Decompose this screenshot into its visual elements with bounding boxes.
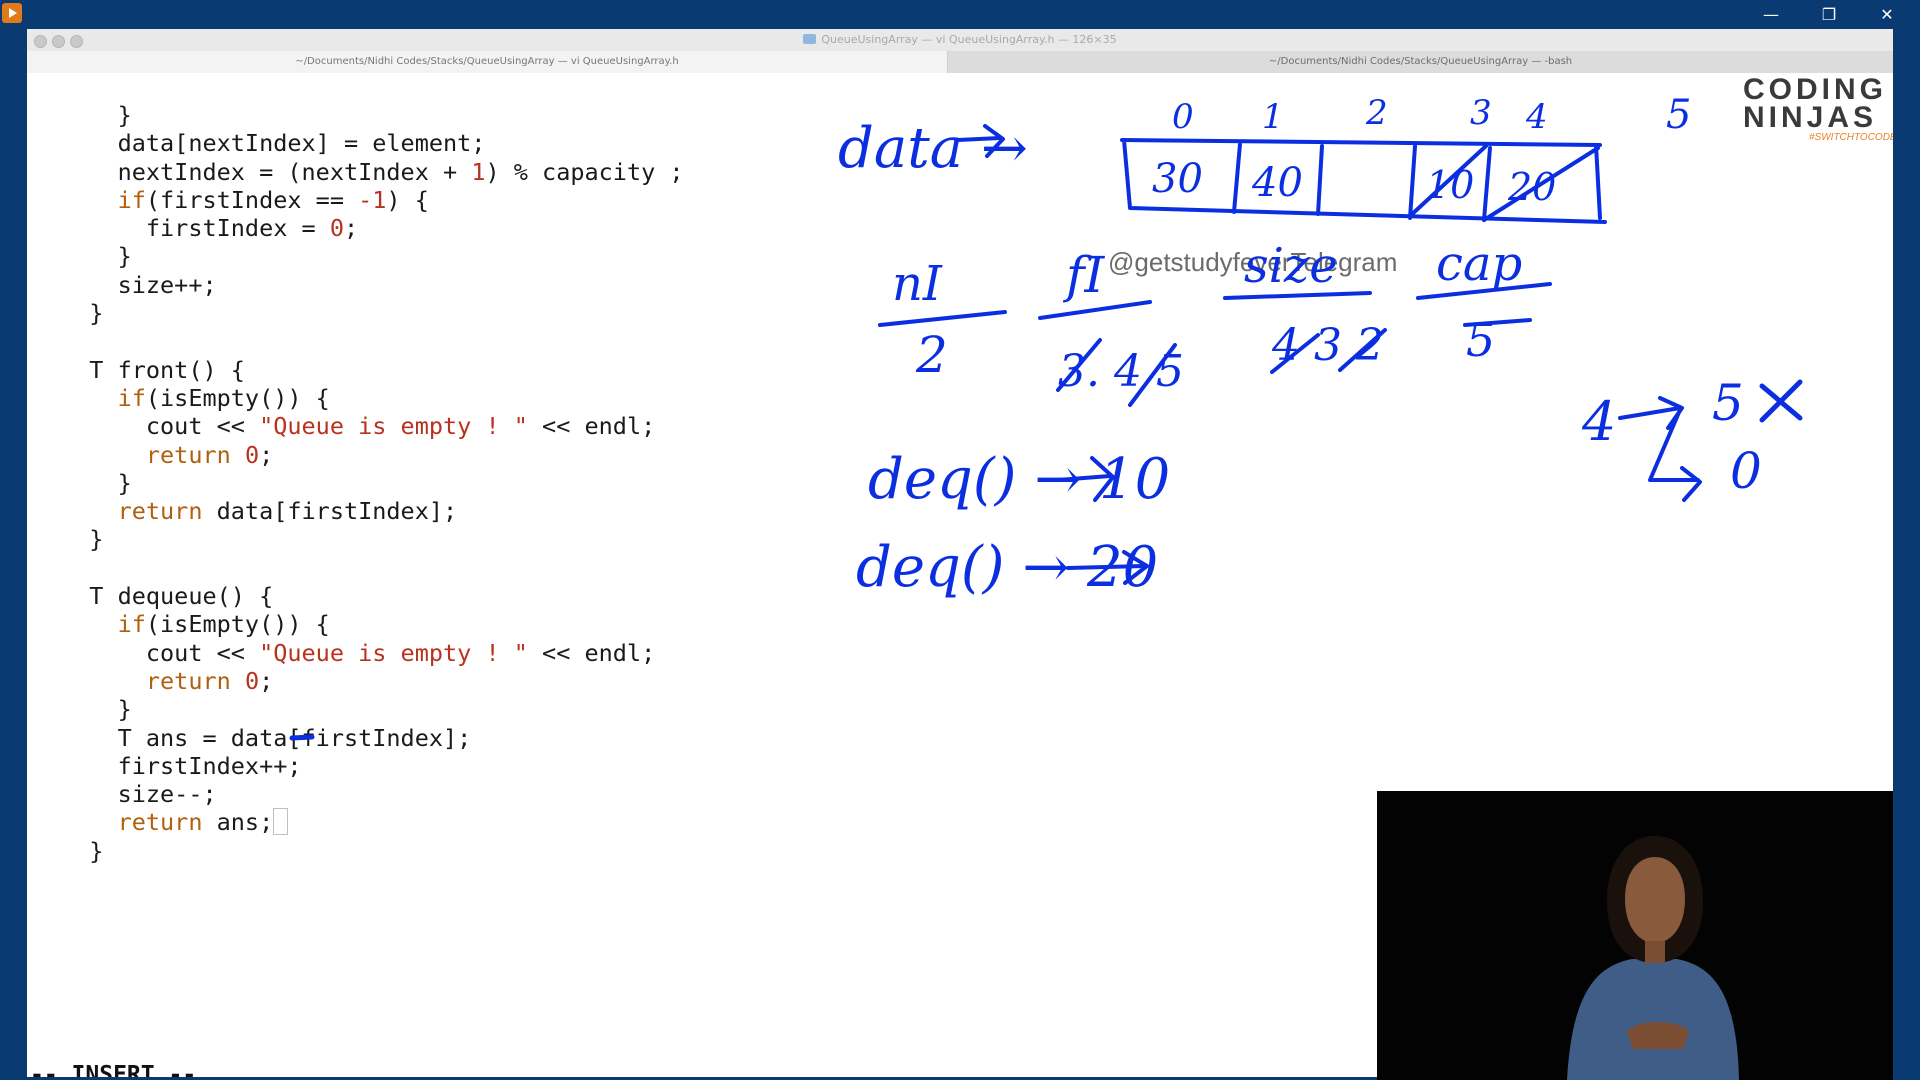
- code-mark-dash: [289, 734, 315, 741]
- cell-1: 40: [1251, 160, 1303, 206]
- presenter-figure: [1567, 836, 1739, 1080]
- wrap-5: 5: [1712, 374, 1744, 432]
- cell-4: 20: [1507, 165, 1556, 209]
- wrap-cross-mark: [1759, 379, 1803, 423]
- data-label: data →: [838, 116, 1028, 181]
- cell-3: 10: [1426, 163, 1474, 207]
- var-ni-value: 2: [915, 326, 948, 384]
- var-fi-value: 3. 4 5: [1058, 346, 1184, 397]
- var-size-name: size: [1244, 238, 1338, 294]
- index-5: 5: [1666, 92, 1691, 138]
- var-ni-name: nI: [892, 256, 943, 312]
- var-cap-name: cap: [1436, 236, 1522, 292]
- index-1: 1: [1262, 97, 1284, 137]
- index-4: 4: [1525, 97, 1548, 137]
- index-2: 2: [1365, 93, 1388, 133]
- var-cap-value: 5: [1466, 313, 1495, 367]
- wrap-0: 0: [1730, 442, 1762, 500]
- cell-0: 30: [1152, 156, 1203, 202]
- var-fi-name: fI: [1062, 246, 1106, 304]
- deq-line-1: deq() → 10: [868, 447, 1170, 512]
- wrap-4: 4: [1581, 390, 1616, 453]
- index-0: 0: [1172, 97, 1194, 137]
- presenter-webcam: [1377, 791, 1893, 1080]
- wrap-arrows: [1618, 396, 1702, 502]
- index-3: 3: [1470, 93, 1492, 133]
- deq-line-2: deq() → 20: [856, 535, 1158, 600]
- var-size-value: 4 3 2: [1271, 320, 1384, 371]
